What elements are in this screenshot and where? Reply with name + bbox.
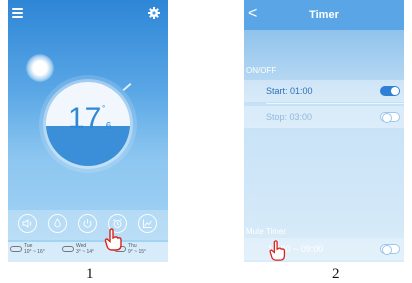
thermostat-main-screen: 17 ° .6 Tue 10° ~ 16° Wed 3° ~ 14° Thu 9° ~… [8,0,168,262]
timer-screen: < Timer ON/OFF Start: 01:00 Stop: 03:00 … [244,0,404,262]
start-time-label: Start: 01:00 [266,86,313,96]
temperature-value: 17 [68,102,102,135]
power-icon [83,219,92,228]
forecast-day-1: Tue 10° ~ 16° [24,243,45,255]
temperature-decimal: .6 [103,121,112,132]
cloud-icon [10,246,22,252]
volume-button[interactable] [18,214,37,233]
stop-toggle[interactable] [380,112,400,123]
trend-chart-icon [143,219,152,228]
chart-button[interactable] [138,214,157,233]
figure-caption-1: 1 [86,266,94,282]
water-drop-icon [54,218,61,228]
forecast-day-3: Thu 9° ~ 15° [128,243,147,255]
drop-button[interactable] [48,214,67,233]
pointing-hand-icon [269,240,286,261]
onoff-section-label: ON/OFF [246,66,277,75]
temperature-dial[interactable]: 17 ° .6 [46,82,130,166]
dial-marker [122,83,132,91]
start-toggle[interactable] [380,86,400,96]
degree-symbol: ° [102,104,106,113]
cloud-icon [62,246,74,252]
sun-image [26,54,54,82]
gear-icon[interactable] [148,7,160,19]
divider [266,103,404,104]
start-timer-row[interactable]: Start: 01:00 [244,80,404,102]
menu-icon[interactable] [12,8,23,18]
mute-toggle[interactable] [380,244,400,255]
forecast-day-2: Wed 3° ~ 14° [76,243,95,255]
page-title: Timer [309,9,339,21]
mute-timer-section-label: Mute Timer [246,227,287,236]
stop-time-label: Stop: 03:00 [266,112,313,122]
pointing-hand-icon [104,228,122,251]
speaker-icon [22,219,32,228]
power-button[interactable] [78,214,97,233]
stop-timer-row[interactable]: Stop: 03:00 [244,106,404,128]
figure-caption-2: 2 [332,266,340,282]
